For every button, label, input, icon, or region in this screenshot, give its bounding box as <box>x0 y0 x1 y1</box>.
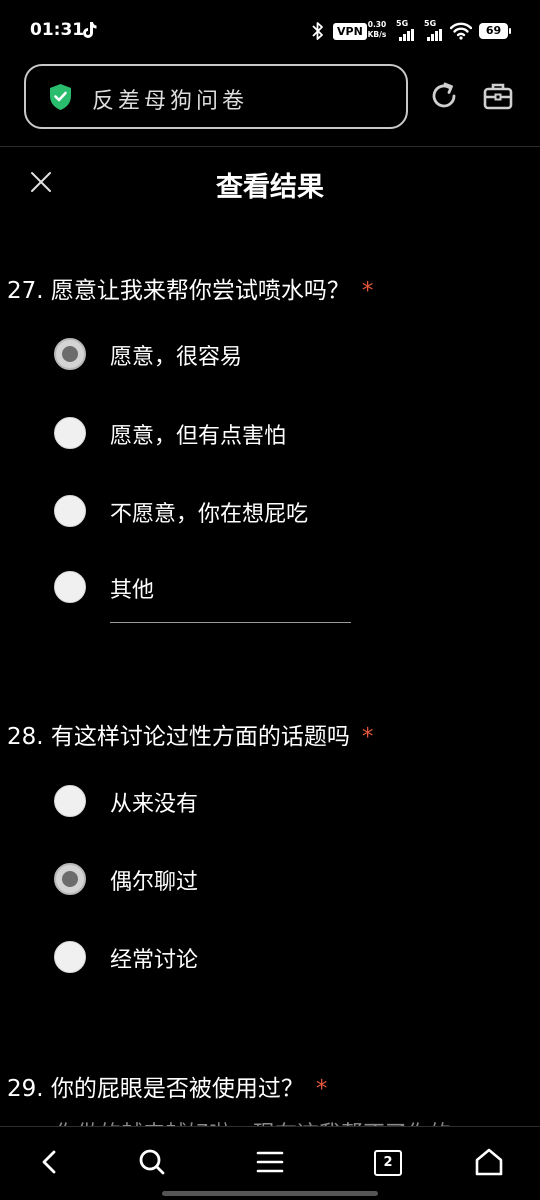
gesture-home-indicator[interactable] <box>162 1191 378 1196</box>
sim1-network-label: 5G <box>396 19 409 28</box>
option-label: 从来没有 <box>110 792 199 817</box>
back-icon[interactable] <box>34 1146 66 1178</box>
signal-sim2-icon: 5G <box>424 19 444 43</box>
battery-indicator: 69 <box>479 23 511 39</box>
toolbox-icon[interactable] <box>482 80 514 112</box>
question-29-title: 29. 你的屁眼是否被使用过？ * <box>7 1069 327 1103</box>
page-title: 查看结果 <box>216 172 324 203</box>
required-star: * <box>315 1076 328 1102</box>
reload-icon[interactable] <box>428 80 460 112</box>
address-bar-text: 反差母狗问卷 <box>92 89 249 114</box>
tabs-button[interactable]: 2 <box>374 1150 402 1176</box>
radio-button[interactable] <box>54 417 86 449</box>
radio-button[interactable] <box>54 571 86 603</box>
option-label: 愿意，但有点害怕 <box>110 424 287 449</box>
security-shield-icon <box>50 84 71 110</box>
question-27-text: 27. 愿意让我来帮你尝试喷水吗？ <box>7 278 350 304</box>
question-28-title: 28. 有这样讨论过性方面的话题吗 * <box>7 717 373 751</box>
other-text-input[interactable] <box>110 622 351 623</box>
radio-button-checked[interactable] <box>54 338 86 370</box>
option-label: 不愿意，你在想屁吃 <box>110 502 309 527</box>
header-divider <box>0 146 540 147</box>
radio-button-checked[interactable] <box>54 863 86 895</box>
radio-button[interactable] <box>54 941 86 973</box>
question-27-title: 27. 愿意让我来帮你尝试喷水吗？ * <box>7 271 373 305</box>
wifi-icon <box>450 22 472 40</box>
sim2-network-label: 5G <box>424 19 437 28</box>
radio-button[interactable] <box>54 495 86 527</box>
network-speed-unit: KB/s <box>367 30 387 39</box>
search-icon[interactable] <box>136 1146 168 1178</box>
option-label: 其他 <box>110 578 155 603</box>
option-label: 经常讨论 <box>110 948 199 973</box>
required-star: * <box>361 278 374 304</box>
network-speed-value: 0.30 <box>367 20 387 29</box>
bluetooth-icon <box>312 22 323 40</box>
address-bar[interactable]: 反差母狗问卷 <box>24 64 408 129</box>
question-29-text: 29. 你的屁眼是否被使用过？ <box>7 1076 304 1102</box>
tiktok-icon <box>83 22 97 38</box>
vpn-badge: VPN <box>333 23 367 40</box>
menu-icon[interactable] <box>254 1146 286 1178</box>
option-label: 偶尔聊过 <box>110 870 199 895</box>
network-speed: 0.30 KB/s <box>365 20 389 40</box>
radio-button[interactable] <box>54 785 86 817</box>
browser-bottom-nav <box>0 1126 540 1200</box>
home-icon[interactable] <box>473 1146 505 1178</box>
signal-sim1-icon: 5G <box>396 19 416 43</box>
option-label: 愿意，很容易 <box>110 345 243 370</box>
status-time: 01:31 <box>30 20 85 40</box>
question-28-text: 28. 有这样讨论过性方面的话题吗 <box>7 724 350 750</box>
status-bar: 01:31 VPN 0.30 KB/s 5G 5G 69 <box>0 0 540 62</box>
required-star: * <box>361 724 374 750</box>
